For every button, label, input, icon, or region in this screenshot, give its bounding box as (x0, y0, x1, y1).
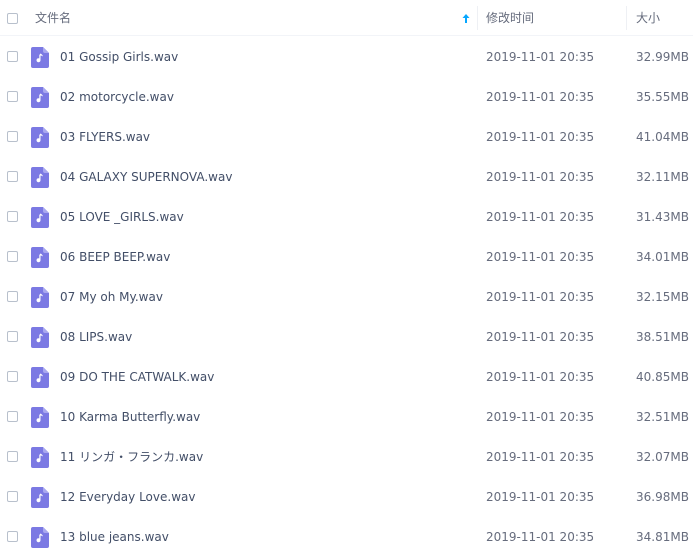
file-row[interactable]: 12 Everyday Love.wav 2019-11-01 20:35 36.9… (0, 477, 693, 517)
audio-file-icon (31, 207, 49, 228)
file-row[interactable]: 03 FLYERS.wav 2019-11-01 20:35 41.04MB (0, 117, 693, 157)
file-size: 36.98MB (636, 490, 689, 504)
file-row[interactable]: 02 motorcycle.wav 2019-11-01 20:35 35.55MB (0, 77, 693, 117)
file-name[interactable]: 05 LOVE _GIRLS.wav (60, 197, 184, 237)
file-modified-time: 2019-11-01 20:35 (486, 530, 595, 544)
audio-file-icon (31, 447, 49, 468)
audio-file-icon (31, 407, 49, 428)
row-checkbox[interactable] (7, 91, 18, 102)
file-modified-time: 2019-11-01 20:35 (486, 90, 595, 104)
file-row[interactable]: 07 My oh My.wav 2019-11-01 20:35 32.15MB (0, 277, 693, 317)
file-name[interactable]: 08 LIPS.wav (60, 317, 132, 357)
file-size: 32.07MB (636, 450, 689, 464)
audio-file-icon (31, 367, 49, 388)
file-name[interactable]: 03 FLYERS.wav (60, 117, 150, 157)
file-modified-time: 2019-11-01 20:35 (486, 290, 595, 304)
audio-file-icon (31, 167, 49, 188)
file-row[interactable]: 11 リンガ・フランカ.wav 2019-11-01 20:35 32.07MB (0, 437, 693, 477)
file-name[interactable]: 09 DO THE CATWALK.wav (60, 357, 214, 397)
file-name[interactable]: 06 BEEP BEEP.wav (60, 237, 170, 277)
file-name[interactable]: 13 blue jeans.wav (60, 517, 169, 550)
row-checkbox[interactable] (7, 251, 18, 262)
row-checkbox[interactable] (7, 491, 18, 502)
audio-file-icon (31, 487, 49, 508)
audio-file-icon (31, 47, 49, 68)
row-checkbox[interactable] (7, 291, 18, 302)
column-header-size[interactable]: 大小 (636, 0, 660, 36)
file-row[interactable]: 01 Gossip Girls.wav 2019-11-01 20:35 32.99… (0, 37, 693, 77)
file-modified-time: 2019-11-01 20:35 (486, 50, 595, 64)
file-row[interactable]: 05 LOVE _GIRLS.wav 2019-11-01 20:35 31.43M… (0, 197, 693, 237)
audio-file-icon (31, 527, 49, 548)
select-all-checkbox[interactable] (7, 13, 18, 24)
audio-file-icon (31, 287, 49, 308)
file-size: 35.55MB (636, 90, 689, 104)
row-checkbox[interactable] (7, 51, 18, 62)
file-list: 文件名 修改时间 大小 01 Gossip Girls.wav 2019-11-0… (0, 0, 693, 550)
file-size: 32.15MB (636, 290, 689, 304)
file-name[interactable]: 04 GALAXY SUPERNOVA.wav (60, 157, 232, 197)
file-row[interactable]: 04 GALAXY SUPERNOVA.wav 2019-11-01 20:35 3… (0, 157, 693, 197)
file-row[interactable]: 13 blue jeans.wav 2019-11-01 20:35 34.81MB (0, 517, 693, 550)
file-row[interactable]: 08 LIPS.wav 2019-11-01 20:35 38.51MB (0, 317, 693, 357)
file-modified-time: 2019-11-01 20:35 (486, 210, 595, 224)
arrow-up-icon[interactable] (461, 13, 471, 24)
file-size: 32.99MB (636, 50, 689, 64)
column-header-modified[interactable]: 修改时间 (486, 0, 534, 36)
file-name[interactable]: 11 リンガ・フランカ.wav (60, 437, 203, 477)
column-divider[interactable] (477, 6, 478, 30)
file-size: 32.51MB (636, 410, 689, 424)
file-row[interactable]: 06 BEEP BEEP.wav 2019-11-01 20:35 34.01MB (0, 237, 693, 277)
file-size: 31.43MB (636, 210, 689, 224)
file-modified-time: 2019-11-01 20:35 (486, 490, 595, 504)
file-size: 41.04MB (636, 130, 689, 144)
file-size: 38.51MB (636, 330, 689, 344)
column-divider[interactable] (626, 6, 627, 30)
row-checkbox[interactable] (7, 211, 18, 222)
file-modified-time: 2019-11-01 20:35 (486, 370, 595, 384)
row-checkbox[interactable] (7, 531, 18, 542)
row-checkbox[interactable] (7, 411, 18, 422)
audio-file-icon (31, 87, 49, 108)
row-checkbox[interactable] (7, 131, 18, 142)
file-modified-time: 2019-11-01 20:35 (486, 450, 595, 464)
row-checkbox[interactable] (7, 371, 18, 382)
file-row[interactable]: 09 DO THE CATWALK.wav 2019-11-01 20:35 40.… (0, 357, 693, 397)
file-size: 34.81MB (636, 530, 689, 544)
file-name[interactable]: 01 Gossip Girls.wav (60, 37, 178, 77)
file-name[interactable]: 07 My oh My.wav (60, 277, 163, 317)
file-size: 32.11MB (636, 170, 689, 184)
file-modified-time: 2019-11-01 20:35 (486, 330, 595, 344)
file-row[interactable]: 10 Karma Butterfly.wav 2019-11-01 20:35 32… (0, 397, 693, 437)
row-checkbox[interactable] (7, 451, 18, 462)
file-list-header: 文件名 修改时间 大小 (0, 0, 693, 36)
row-checkbox[interactable] (7, 171, 18, 182)
file-modified-time: 2019-11-01 20:35 (486, 250, 595, 264)
file-name[interactable]: 02 motorcycle.wav (60, 77, 174, 117)
row-checkbox[interactable] (7, 331, 18, 342)
file-modified-time: 2019-11-01 20:35 (486, 130, 595, 144)
file-modified-time: 2019-11-01 20:35 (486, 170, 595, 184)
file-size: 34.01MB (636, 250, 689, 264)
audio-file-icon (31, 327, 49, 348)
audio-file-icon (31, 247, 49, 268)
file-modified-time: 2019-11-01 20:35 (486, 410, 595, 424)
file-name[interactable]: 10 Karma Butterfly.wav (60, 397, 200, 437)
column-header-name[interactable]: 文件名 (35, 0, 71, 36)
file-name[interactable]: 12 Everyday Love.wav (60, 477, 195, 517)
file-size: 40.85MB (636, 370, 689, 384)
audio-file-icon (31, 127, 49, 148)
